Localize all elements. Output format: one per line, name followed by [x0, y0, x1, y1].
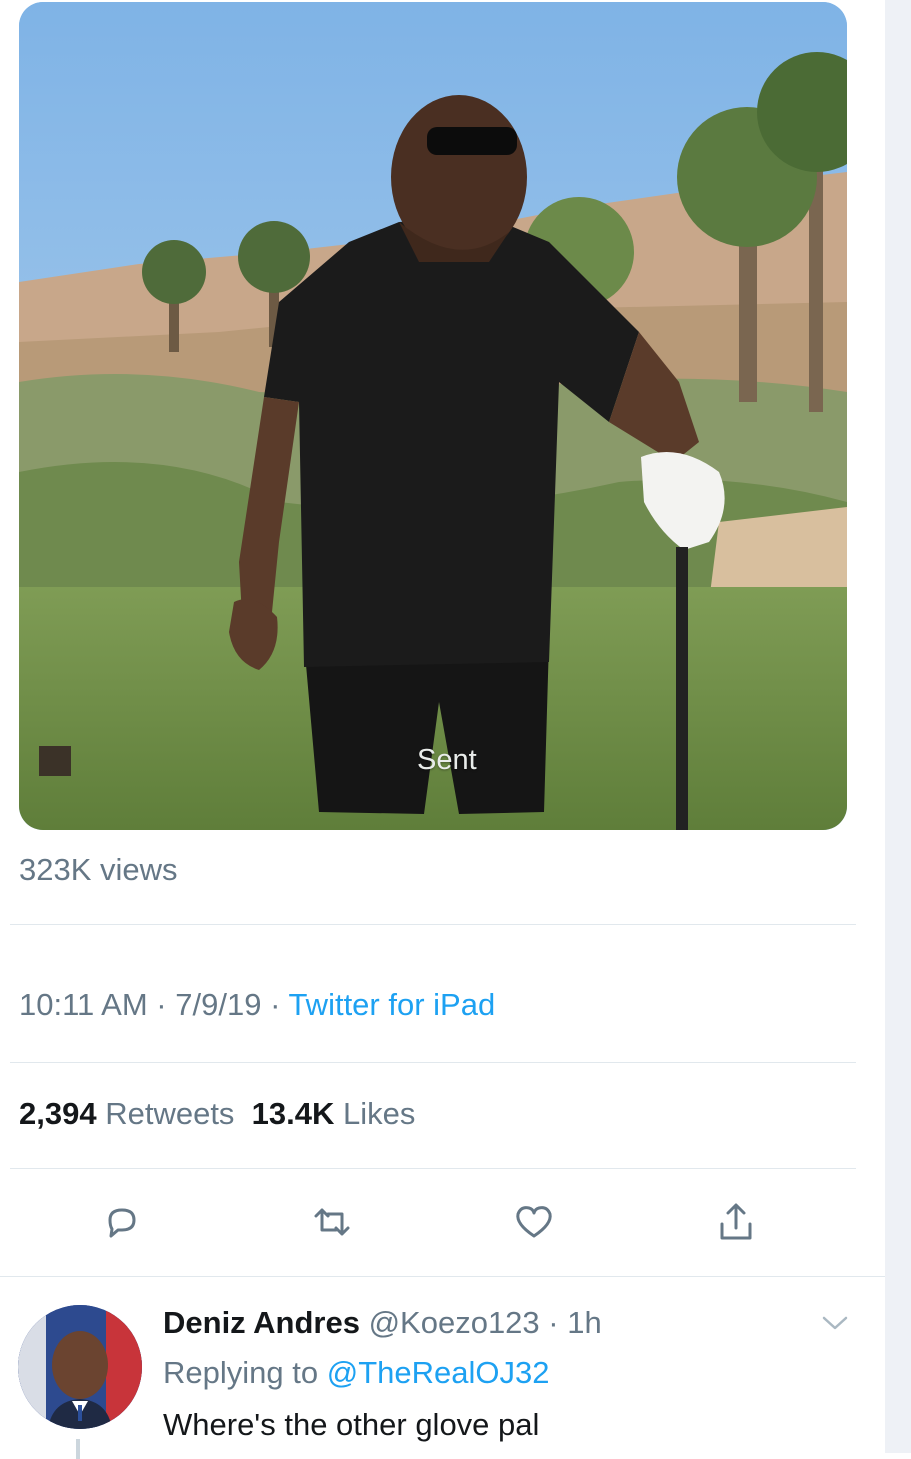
- video-overlay-label: Sent: [417, 744, 477, 776]
- tweet-time: 10:11 AM: [19, 987, 148, 1022]
- replying-prefix: Replying to: [163, 1355, 327, 1390]
- divider: [10, 1062, 856, 1063]
- replying-mention-link[interactable]: @TheRealOJ32: [327, 1355, 550, 1390]
- likes-label: Likes: [343, 1096, 416, 1131]
- thread-line: [76, 1439, 80, 1459]
- reply-age: 1h: [567, 1305, 602, 1340]
- divider: [10, 924, 856, 925]
- retweet-icon: [314, 1208, 350, 1236]
- reply-display-name[interactable]: Deniz Andres: [163, 1305, 360, 1340]
- meta-separator: ·: [539, 1305, 568, 1340]
- retweets-count: 2,394: [19, 1096, 97, 1131]
- reply-text: Where's the other glove pal: [163, 1407, 540, 1442]
- meta-separator: ·: [147, 987, 176, 1022]
- likes-stat[interactable]: 13.4K Likes: [252, 1096, 416, 1131]
- heart-icon: [516, 1206, 552, 1238]
- retweet-button[interactable]: [308, 1198, 356, 1246]
- chevron-down-icon[interactable]: [820, 1313, 850, 1333]
- avatar[interactable]: [18, 1305, 142, 1429]
- reply-button[interactable]: [98, 1198, 146, 1246]
- likes-count: 13.4K: [251, 1096, 335, 1131]
- reply-icon: [108, 1208, 136, 1238]
- tweet-metadata: 10:11 AM · 7/9/19 · Twitter for iPad: [19, 987, 495, 1023]
- reply-header: Deniz Andres @Koezo123 · 1h: [163, 1305, 602, 1341]
- engagement-counts: 2,394 Retweets 13.4K Likes: [19, 1096, 415, 1132]
- video-frame: [19, 2, 847, 830]
- reply-tweet[interactable]: Deniz Andres @Koezo123 · 1h Replying to …: [0, 1276, 885, 1459]
- divider: [10, 1168, 856, 1169]
- share-button[interactable]: [712, 1198, 760, 1246]
- side-scroll-strip: [885, 0, 911, 1453]
- tweet-video[interactable]: Sent: [19, 2, 847, 830]
- share-icon: [720, 1203, 752, 1240]
- tweet-date: 7/9/19: [175, 987, 262, 1022]
- view-count: 323K views: [19, 852, 178, 887]
- tweet-source-link[interactable]: Twitter for iPad: [288, 987, 495, 1022]
- avatar-image: [18, 1305, 142, 1429]
- retweets-label: Retweets: [105, 1096, 235, 1131]
- retweets-stat[interactable]: 2,394 Retweets: [19, 1096, 234, 1131]
- replying-to: Replying to @TheRealOJ32: [163, 1355, 549, 1391]
- reply-handle[interactable]: @Koezo123: [369, 1305, 540, 1340]
- meta-separator: ·: [261, 987, 289, 1022]
- like-button[interactable]: [510, 1198, 558, 1246]
